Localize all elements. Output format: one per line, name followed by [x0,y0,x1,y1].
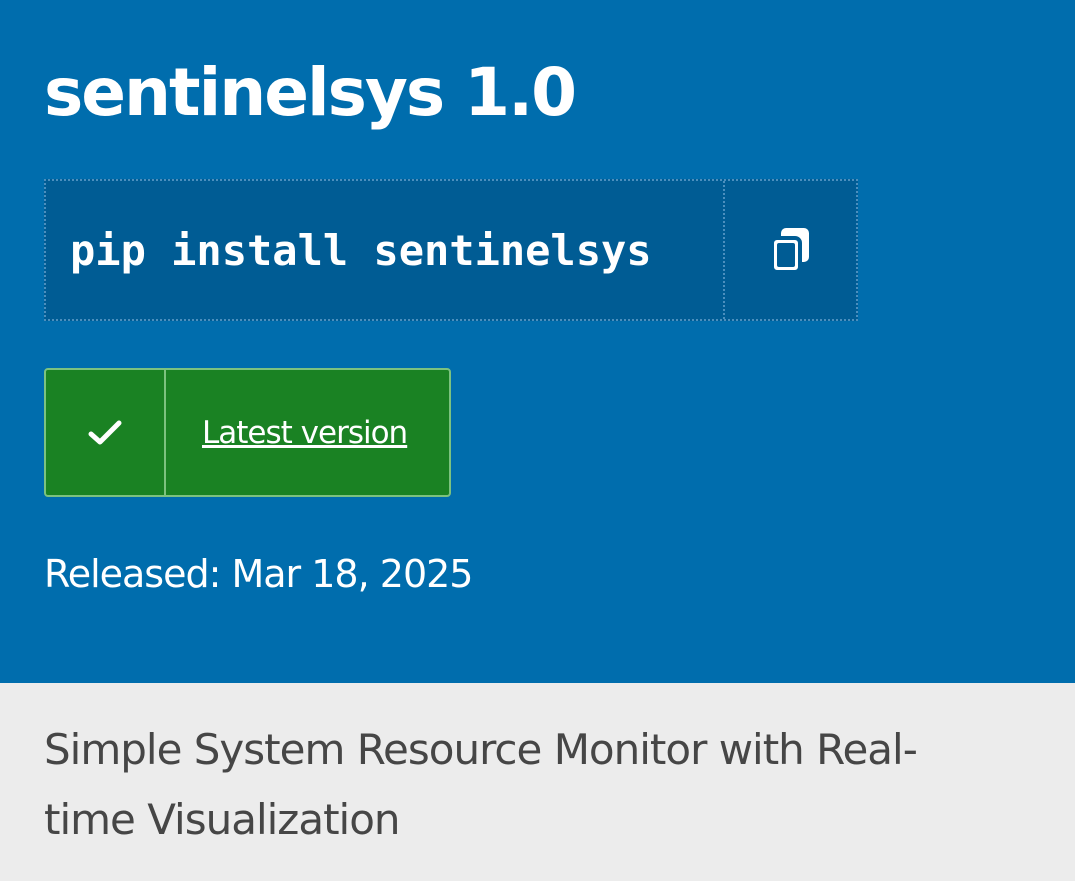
latest-version-link[interactable]: Latest version [166,370,449,495]
package-description: Simple System Resource Monitor with Real… [0,683,1075,881]
package-header: sentinelsys 1.0 pip install sentinelsys … [0,0,1075,683]
copy-icon [769,228,809,274]
pip-install-box: pip install sentinelsys [44,179,858,321]
package-title: sentinelsys 1.0 [44,54,577,131]
pip-command[interactable]: pip install sentinelsys [46,181,723,319]
latest-version-badge: Latest version [44,368,451,497]
package-summary: Simple System Resource Monitor with Real… [44,725,918,844]
badge-icon-area [46,370,166,495]
checkmark-icon [88,420,122,444]
release-date: Released: Mar 18, 2025 [44,552,473,596]
copy-button[interactable] [723,181,856,319]
